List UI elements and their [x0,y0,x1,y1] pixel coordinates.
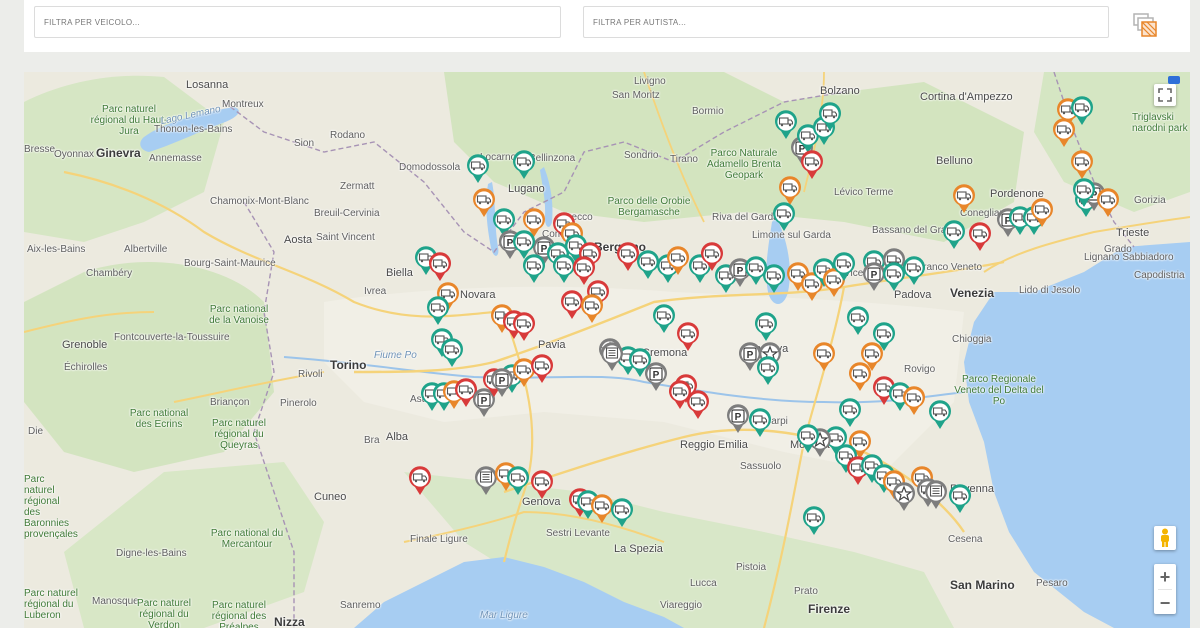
vehicle-marker[interactable] [610,498,634,528]
vehicle-marker[interactable] [440,338,464,368]
flag-icon [1168,76,1180,84]
vehicle-marker[interactable] [848,362,872,392]
svg-text:P: P [499,376,506,387]
vehicle-marker[interactable] [426,296,450,326]
vehicle-marker[interactable] [924,480,948,510]
vehicle-marker[interactable] [802,506,826,536]
svg-text:P: P [653,370,660,381]
vehicle-marker[interactable] [748,408,772,438]
vehicle-marker[interactable] [796,424,820,454]
vehicle-marker[interactable] [812,342,836,372]
vehicle-marker[interactable] [512,312,536,342]
vehicle-marker[interactable] [928,400,952,430]
vehicle-marker[interactable] [676,322,700,352]
svg-text:P: P [735,412,742,423]
zoom-in-button[interactable]: + [1154,564,1176,589]
vehicle-marker[interactable] [846,306,870,336]
filter-bar [24,0,1190,52]
vehicle-marker[interactable] [832,252,856,282]
vehicle-marker[interactable] [942,220,966,250]
pegman-icon[interactable] [1154,526,1176,550]
vehicle-marker[interactable] [1030,198,1054,228]
vehicle-marker[interactable] [668,380,692,410]
svg-text:P: P [747,350,754,361]
zoom-control: + − [1154,564,1176,614]
driver-filter-input[interactable] [583,6,1109,38]
vehicle-marker[interactable] [428,252,452,282]
parking-icon: P [495,373,509,387]
parking-icon: P [731,409,745,423]
vehicle-marker[interactable] [652,304,676,334]
vehicle-marker[interactable] [952,184,976,214]
vehicle-marker[interactable] [948,484,972,514]
vehicle-marker[interactable] [1096,188,1120,218]
vehicle-marker[interactable] [756,356,780,386]
vehicle-marker[interactable] [762,264,786,294]
vehicle-marker[interactable] [838,398,862,428]
vehicle-marker[interactable] [818,102,842,132]
fullscreen-icon[interactable] [1154,84,1176,106]
vehicle-marker[interactable] [666,246,690,276]
vehicle-marker[interactable] [800,150,824,180]
vehicle-marker[interactable] [522,254,546,284]
svg-text:P: P [737,266,744,277]
vehicle-marker[interactable] [466,154,490,184]
vehicle-marker[interactable] [506,466,530,496]
vehicle-marker[interactable] [1070,150,1094,180]
vehicle-marker[interactable] [882,262,906,292]
vehicle-marker[interactable] [580,294,604,324]
svg-text:P: P [871,270,878,281]
vehicle-marker[interactable] [530,354,554,384]
vehicle-marker[interactable] [754,312,778,342]
vehicle-marker[interactable]: P [726,404,750,434]
parking-icon: P [743,347,757,361]
vehicle-marker[interactable]: P [644,362,668,392]
vehicle-filter-input[interactable] [34,6,561,38]
vehicle-marker[interactable] [1052,118,1076,148]
vehicle-grid-icon[interactable] [1132,12,1158,38]
parking-icon: P [867,267,881,281]
vehicle-marker[interactable] [1072,178,1096,208]
vehicle-marker[interactable] [772,202,796,232]
vehicle-marker[interactable] [530,470,554,500]
vehicle-marker[interactable] [408,466,432,496]
parking-icon: P [649,367,663,381]
vehicle-marker[interactable] [968,222,992,252]
vehicle-marker[interactable] [902,386,926,416]
vehicle-marker[interactable] [600,342,624,372]
zoom-out-button[interactable]: − [1154,590,1176,615]
map[interactable]: Losanna Montreux Parc naturel régional d… [24,72,1190,628]
vehicle-marker[interactable]: P [490,368,514,398]
vehicle-marker[interactable] [512,150,536,180]
